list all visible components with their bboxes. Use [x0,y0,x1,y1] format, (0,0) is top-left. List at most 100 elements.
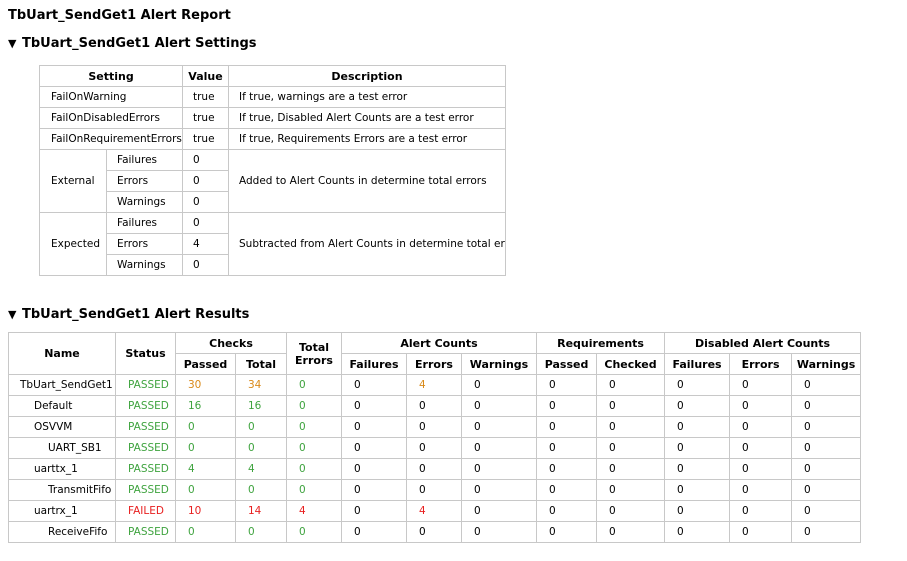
result-name: TransmitFifo [8,479,116,501]
result-checks-passed: 0 [175,416,236,438]
results-header-status: Status [115,332,176,375]
result-req-passed: 0 [536,479,598,501]
result-disabled-warnings: 0 [791,395,862,417]
external-errors-value: 0 [182,170,229,192]
setting-description: If true, Requirements Errors are a test … [228,128,506,150]
expected-warnings-value: 0 [182,254,229,276]
table-row: Default PASSED 16 16 0 0 0 0 0 0 0 0 0 [8,395,862,417]
result-name: uartrx_1 [8,500,116,522]
result-errors: 0 [406,395,462,417]
result-name: uarttx_1 [8,458,116,480]
result-failures: 0 [341,458,407,480]
result-disabled-warnings: 0 [791,374,862,396]
result-total-errors: 0 [286,374,342,396]
result-disabled-errors: 0 [729,416,793,438]
result-req-checked: 0 [596,479,666,501]
results-header-disabled-warnings: Warnings [791,353,862,375]
result-warnings: 0 [460,521,538,543]
result-disabled-failures: 0 [664,416,731,438]
result-disabled-errors: 0 [729,521,793,543]
result-errors: 0 [406,521,462,543]
result-disabled-failures: 0 [664,374,731,396]
setting-name: FailOnRequirementErrors [39,128,183,150]
result-disabled-errors: 0 [729,479,793,501]
result-req-checked: 0 [596,500,666,522]
result-checks-passed: 0 [175,479,236,501]
result-failures: 0 [341,374,407,396]
result-total-errors: 0 [286,479,342,501]
setting-value: true [182,86,229,108]
settings-heading: TbUart_SendGet1 Alert Settings [22,36,257,51]
result-warnings: 0 [460,500,538,522]
setting-description: If true, Disabled Alert Counts are a tes… [228,107,506,129]
table-row: TbUart_SendGet1 PASSED 30 34 0 0 4 0 0 0… [8,374,862,396]
result-checks-total: 4 [235,458,287,480]
result-disabled-failures: 0 [664,521,731,543]
result-total-errors: 0 [286,458,342,480]
result-checks-passed: 0 [175,521,236,543]
result-total-errors: 0 [286,521,342,543]
result-status: PASSED [115,521,176,543]
result-total-errors: 0 [286,395,342,417]
result-disabled-errors: 0 [729,458,793,480]
result-errors: 0 [406,437,462,459]
settings-header-description: Description [228,65,506,87]
results-header-requirements: Requirements [536,332,666,354]
settings-table: Setting Value Description FailOnWarning … [39,65,506,276]
result-req-checked: 0 [596,437,666,459]
result-failures: 0 [341,416,407,438]
result-disabled-errors: 0 [729,395,793,417]
result-req-checked: 0 [596,458,666,480]
result-name: Default [8,395,116,417]
results-table: Name Status Checks Total Errors Alert Co… [8,332,862,543]
expand-triangle-icon: ▼ [8,37,17,50]
result-req-passed: 0 [536,374,598,396]
settings-row: FailOnRequirementErrors true If true, Re… [39,128,506,150]
table-row: uartrx_1 FAILED 10 14 4 0 4 0 0 0 0 0 0 [8,500,862,522]
external-warnings-label: Warnings [106,191,183,213]
results-header-alert-counts: Alert Counts [340,332,538,354]
result-failures: 0 [341,437,407,459]
results-header-warnings: Warnings [460,353,538,375]
result-disabled-failures: 0 [664,479,731,501]
result-total-errors: 0 [286,416,342,438]
external-label: External [39,149,107,213]
result-total-errors: 4 [286,500,342,522]
result-disabled-warnings: 0 [791,437,862,459]
expected-description: Subtracted from Alert Counts in determin… [228,212,506,276]
settings-row: Expected Failures 0 Subtracted from Aler… [39,212,506,276]
settings-row: External Failures 0 Added to Alert Count… [39,149,506,213]
table-row: uarttx_1 PASSED 4 4 0 0 0 0 0 0 0 0 0 [8,458,862,480]
results-section-toggle[interactable]: ▼ TbUart_SendGet1 Alert Results [8,307,249,322]
setting-name: FailOnWarning [39,86,183,108]
result-name: OSVVM [8,416,116,438]
setting-name: FailOnDisabledErrors [39,107,183,129]
result-name: TbUart_SendGet1 [8,374,116,396]
expected-errors-value: 4 [182,233,229,255]
expected-failures-value: 0 [182,212,229,234]
results-header-checks: Checks [175,332,287,354]
result-checks-total: 0 [235,479,287,501]
results-heading: TbUart_SendGet1 Alert Results [22,307,250,322]
result-disabled-warnings: 0 [791,521,862,543]
result-disabled-warnings: 0 [791,479,862,501]
result-warnings: 0 [460,374,538,396]
result-req-checked: 0 [596,521,666,543]
result-warnings: 0 [460,416,538,438]
settings-row: FailOnWarning true If true, warnings are… [39,86,506,108]
result-req-checked: 0 [596,395,666,417]
result-disabled-warnings: 0 [791,458,862,480]
result-total-errors: 0 [286,437,342,459]
result-checks-total: 0 [235,437,287,459]
result-checks-passed: 30 [175,374,236,396]
setting-value: true [182,107,229,129]
results-header-total-errors: Total Errors [286,332,342,375]
result-disabled-failures: 0 [664,500,731,522]
result-req-passed: 0 [536,395,598,417]
settings-section-toggle[interactable]: ▼ TbUart_SendGet1 Alert Settings [8,36,257,51]
result-disabled-failures: 0 [664,395,731,417]
result-status: PASSED [115,437,176,459]
results-header-disabled-failures: Failures [664,353,731,375]
result-disabled-errors: 0 [729,437,793,459]
results-header-failures: Failures [341,353,407,375]
